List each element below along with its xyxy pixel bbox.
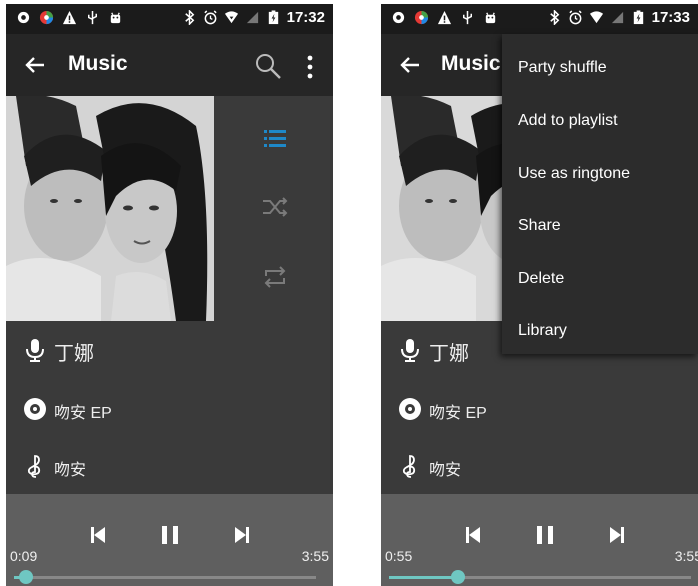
phone-screen-right: 17:33 Music 丁娜 吻安 EP 吻安 0:55 3:55	[381, 4, 698, 586]
treble-clef-icon	[27, 455, 41, 478]
overflow-menu: Party shuffle Add to playlist Use as rin…	[502, 34, 698, 354]
seek-progress	[389, 576, 458, 579]
battery-charging-icon	[633, 10, 643, 25]
seek-thumb[interactable]	[451, 570, 465, 584]
phone-screen-left: 17:32 Music 丁娜 吻安 EP 吻安 0:09 3:55	[6, 4, 333, 586]
usb-icon	[88, 10, 97, 25]
artist-row[interactable]: 丁娜	[6, 325, 333, 375]
elapsed-time: 0:09	[10, 548, 38, 564]
microphone-icon	[26, 339, 44, 362]
song-name: 吻安	[54, 462, 87, 479]
album-row[interactable]: 吻安 EP	[381, 384, 698, 434]
album-name: 吻安 EP	[54, 405, 112, 422]
total-duration: 3:55	[674, 548, 698, 564]
album-disc-icon	[399, 398, 421, 420]
song-name: 吻安	[429, 462, 462, 479]
song-row[interactable]: 吻安	[6, 441, 333, 491]
record-icon	[17, 11, 30, 24]
player-controls: 0:09 3:55	[6, 494, 333, 586]
battery-charging-icon	[268, 10, 278, 25]
treble-clef-icon	[402, 455, 416, 478]
wifi-icon	[224, 11, 238, 24]
warning-icon	[437, 10, 452, 25]
status-time: 17:33	[651, 9, 690, 26]
microphone-icon	[401, 339, 419, 362]
wifi-icon	[589, 11, 603, 24]
next-icon[interactable]	[230, 524, 254, 546]
menu-item-delete[interactable]: Delete	[518, 270, 564, 288]
alarm-icon	[203, 10, 217, 25]
seek-thumb[interactable]	[19, 570, 33, 584]
bluetooth-icon	[549, 10, 559, 25]
pause-icon[interactable]	[533, 524, 557, 546]
artist-name: 丁娜	[54, 343, 94, 365]
back-arrow-icon[interactable]	[20, 50, 50, 80]
album-row[interactable]: 吻安 EP	[6, 384, 333, 434]
status-bar: 17:32	[6, 4, 333, 34]
playlist-icon[interactable]	[260, 124, 290, 154]
player-controls: 0:55 3:55	[381, 494, 698, 586]
android-icon	[110, 12, 121, 24]
menu-item-library[interactable]: Library	[518, 322, 567, 340]
status-time: 17:32	[286, 9, 325, 26]
album-name: 吻安 EP	[429, 405, 487, 422]
colorful-app-icon	[39, 10, 54, 25]
colorful-app-icon	[414, 10, 429, 25]
menu-item-share[interactable]: Share	[518, 217, 561, 235]
previous-icon[interactable]	[86, 524, 110, 546]
no-signal-icon	[611, 11, 623, 24]
elapsed-time: 0:55	[385, 548, 413, 564]
page-title: Music	[441, 52, 501, 75]
record-icon	[392, 11, 405, 24]
more-vert-icon[interactable]	[302, 54, 318, 80]
menu-item-use-as-ringtone[interactable]: Use as ringtone	[518, 165, 630, 183]
menu-item-add-to-playlist[interactable]: Add to playlist	[518, 112, 618, 130]
alarm-icon	[568, 10, 582, 25]
search-icon[interactable]	[254, 52, 282, 80]
album-art	[6, 96, 214, 321]
page-title: Music	[68, 52, 128, 75]
artist-name: 丁娜	[429, 343, 469, 365]
seek-bar[interactable]	[14, 576, 316, 579]
previous-icon[interactable]	[461, 524, 485, 546]
toolbar: Music	[6, 34, 333, 96]
repeat-icon[interactable]	[260, 262, 290, 292]
total-duration: 3:55	[301, 548, 329, 564]
bluetooth-icon	[184, 10, 194, 25]
android-icon	[485, 12, 496, 24]
album-disc-icon	[24, 398, 46, 420]
usb-icon	[463, 10, 472, 25]
shuffle-icon[interactable]	[260, 192, 290, 222]
next-icon[interactable]	[605, 524, 629, 546]
menu-item-party-shuffle[interactable]: Party shuffle	[518, 59, 607, 77]
pause-icon[interactable]	[158, 524, 182, 546]
song-row[interactable]: 吻安	[381, 441, 698, 491]
warning-icon	[62, 10, 77, 25]
no-signal-icon	[246, 11, 258, 24]
back-arrow-icon[interactable]	[395, 50, 425, 80]
status-bar: 17:33	[381, 4, 698, 34]
